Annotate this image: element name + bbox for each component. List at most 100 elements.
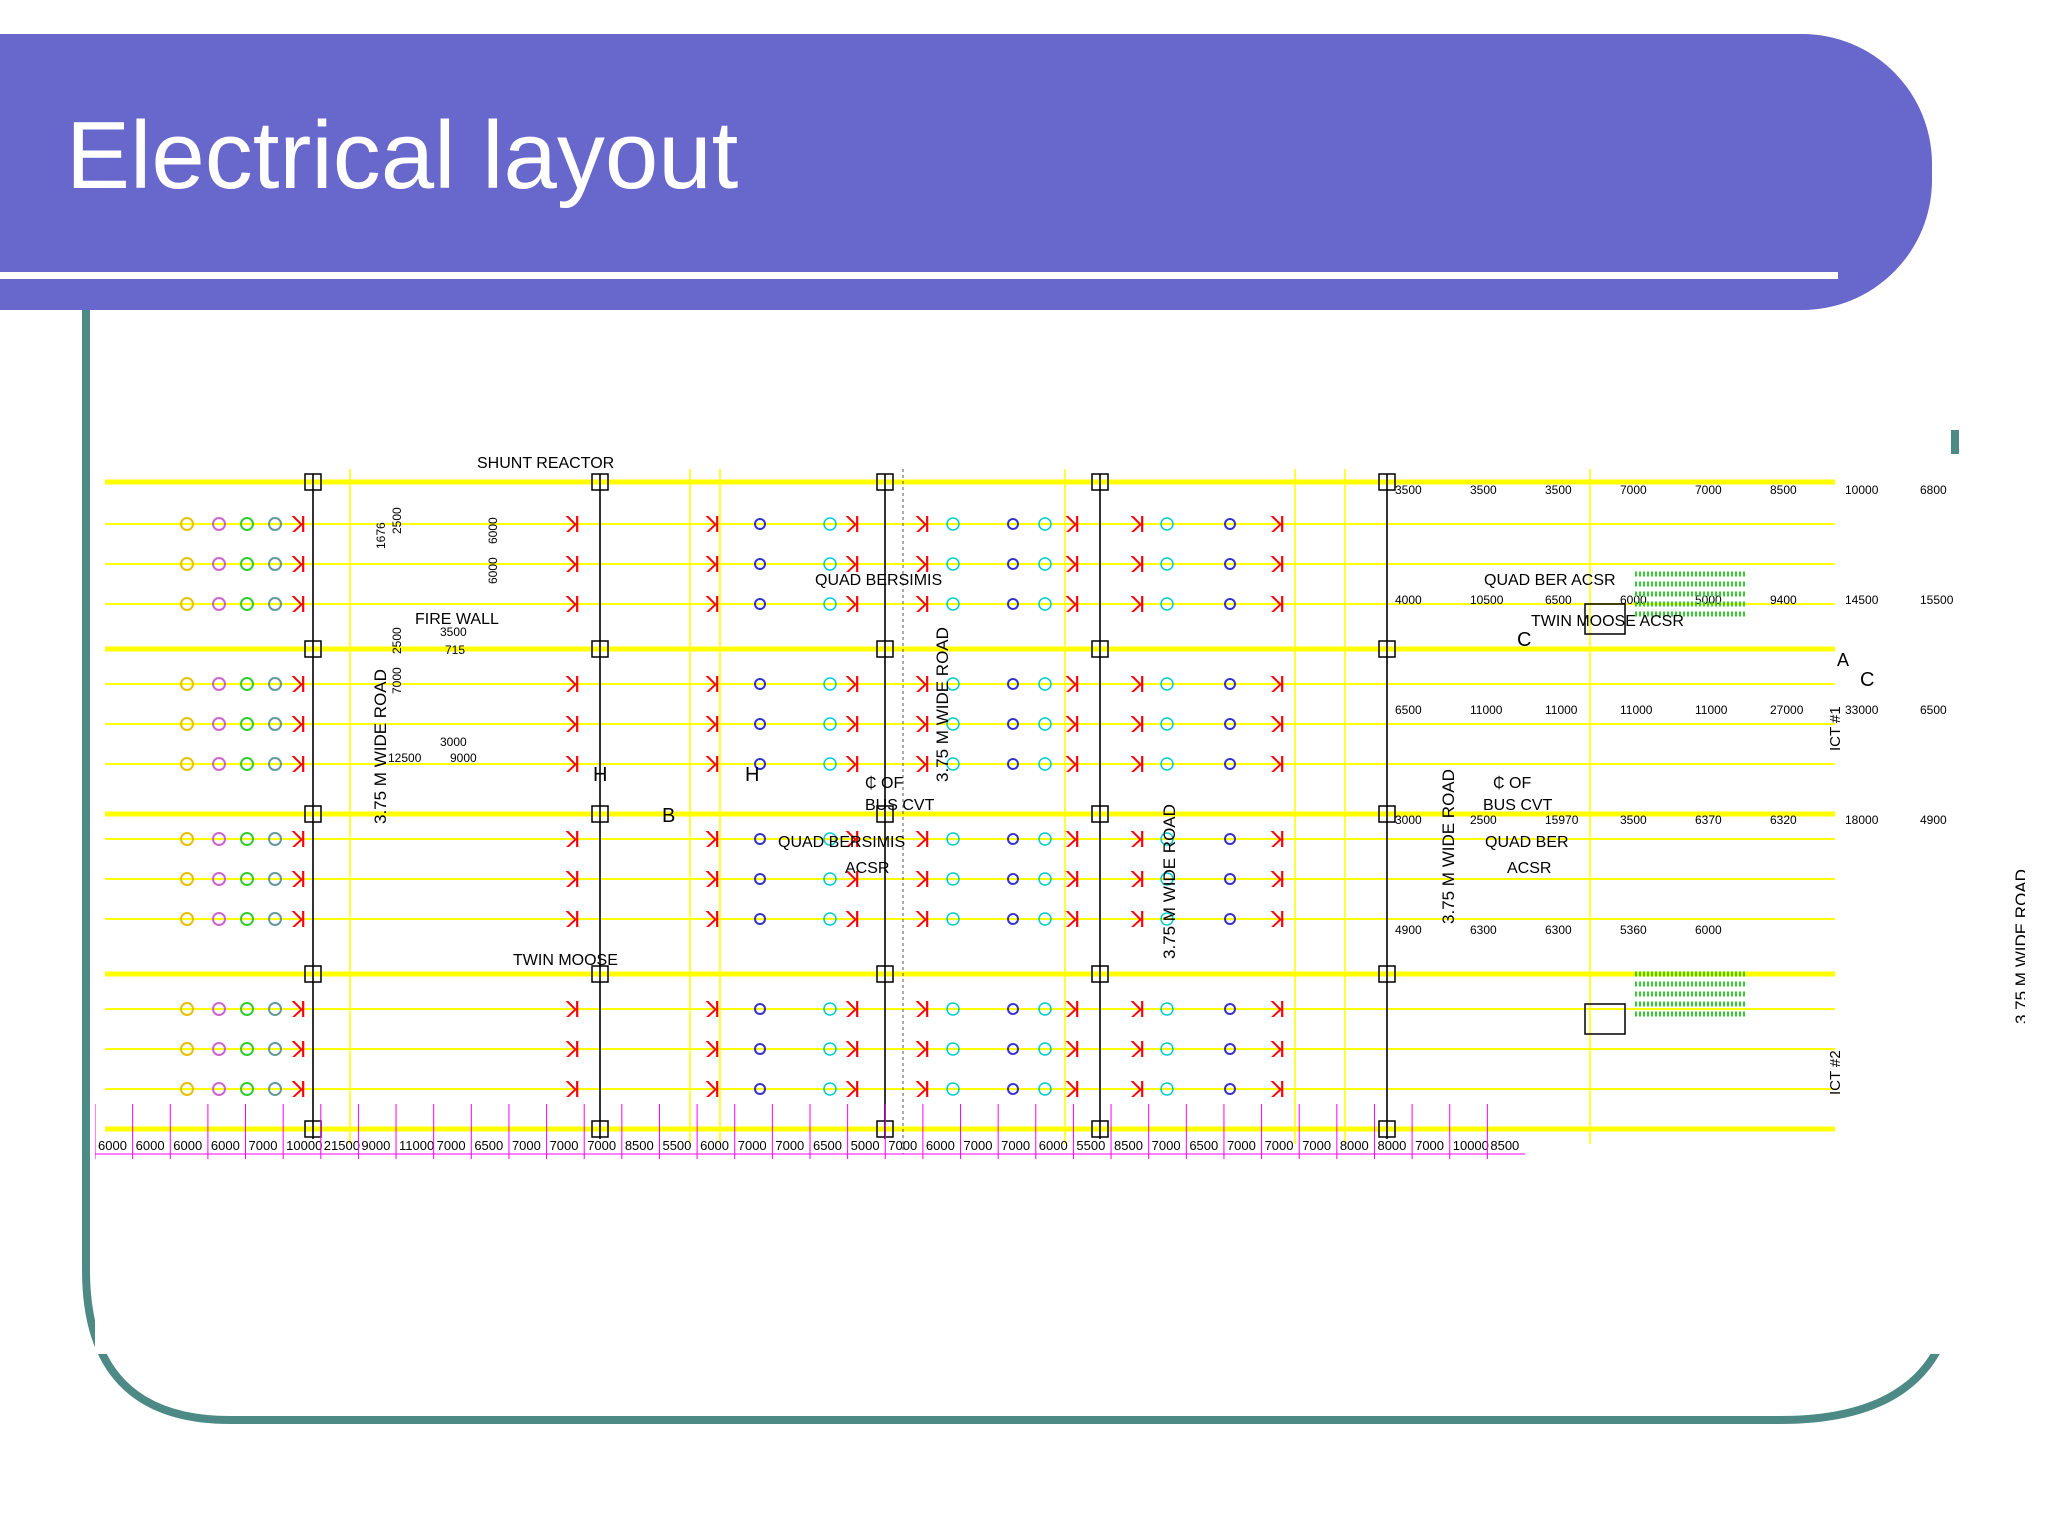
misc-dimension-label: 27000 — [1770, 703, 1804, 717]
isolator-symbol: ꓘ — [565, 908, 580, 933]
isolator-symbol: ꓘ — [705, 1038, 720, 1063]
isolator-symbol: ꓘ — [291, 713, 306, 738]
label-fire-wall: FIRE WALL — [415, 611, 499, 628]
isolator-symbol: ꓘ — [705, 593, 720, 618]
isolator-symbol: ꓘ — [1065, 908, 1080, 933]
dimension-label: 9000 — [361, 1138, 390, 1153]
isolator-symbol: ꓘ — [565, 673, 580, 698]
isolator-symbol: ꓘ — [915, 673, 930, 698]
isolator-symbol: ꓘ — [705, 553, 720, 578]
dimension-label: 8500 — [625, 1138, 654, 1153]
isolator-symbol: ꓘ — [705, 868, 720, 893]
misc-dimension-label: 6500 — [1920, 703, 1947, 717]
isolator-symbol: ꓘ — [845, 753, 860, 778]
isolator-symbol: ꓘ — [915, 908, 930, 933]
dimension-label: 6000 — [700, 1138, 729, 1153]
misc-dimension-label: 6300 — [1470, 923, 1497, 937]
isolator-symbol: ꓘ — [845, 593, 860, 618]
section-marker-a: A — [1837, 650, 1849, 670]
isolator-symbol: ꓘ — [1130, 1038, 1145, 1063]
isolator-symbol: ꓘ — [1065, 828, 1080, 853]
isolator-symbol: ꓘ — [1130, 908, 1145, 933]
misc-dimension-label: 6320 — [1770, 813, 1797, 827]
misc-dimension-label: 3500 — [1395, 483, 1422, 497]
isolator-symbol: ꓘ — [565, 713, 580, 738]
misc-dimension-label: 7000 — [1620, 483, 1647, 497]
label-road-left: 3.75 M WIDE ROAD — [371, 669, 390, 824]
isolator-symbol: ꓘ — [845, 513, 860, 538]
dimension-label: 6000 — [1039, 1138, 1068, 1153]
isolator-symbol: ꓘ — [1065, 513, 1080, 538]
label-quad-ber-1: QUAD BER — [1485, 834, 1569, 851]
reactor-dimension-label: 715 — [445, 643, 465, 657]
misc-dimension-label: 11000 — [1470, 703, 1503, 717]
misc-dimension-label: 4000 — [1395, 593, 1422, 607]
misc-dimension-label: 3500 — [1470, 483, 1497, 497]
dimension-label: 5000 — [851, 1138, 880, 1153]
reactor-dimension-label: 9000 — [450, 751, 477, 765]
misc-dimension-label: 3500 — [1620, 813, 1647, 827]
isolator-symbol: ꓘ — [1065, 753, 1080, 778]
dimension-label: 7000 — [1415, 1138, 1444, 1153]
dimension-label: 10000 — [1453, 1138, 1489, 1153]
dimension-label: 6000 — [926, 1138, 955, 1153]
section-marker-h2: H — [745, 764, 759, 786]
misc-dimension-label: 10500 — [1470, 593, 1504, 607]
isolator-symbol: ꓘ — [291, 593, 306, 618]
isolator-symbol: ꓘ — [291, 1078, 306, 1103]
isolator-symbol: ꓘ — [1065, 593, 1080, 618]
isolator-symbol: ꓘ — [291, 868, 306, 893]
isolator-symbol: ꓘ — [845, 1078, 860, 1103]
transformer-area — [1584, 571, 1745, 1035]
isolator-symbol: ꓘ — [705, 998, 720, 1023]
isolator-symbol: ꓘ — [845, 998, 860, 1023]
isolator-symbol: ꓘ — [1130, 753, 1145, 778]
label-quad-bersimis: QUAD BERSIMIS — [815, 572, 942, 589]
label-quad-ber-2: ACSR — [1507, 860, 1551, 877]
isolator-symbol: ꓘ — [1270, 1038, 1285, 1063]
isolator-symbol: ꓘ — [915, 998, 930, 1023]
dimension-label: 7000 — [550, 1138, 579, 1153]
misc-dimension-label: 8500 — [1770, 483, 1797, 497]
label-quad-bersimis-acsr-1: QUAD BERSIMIS — [778, 834, 905, 851]
isolator-symbol: ꓘ — [565, 553, 580, 578]
isolator-symbol: ꓘ — [1065, 998, 1080, 1023]
dimension-label: 8500 — [1114, 1138, 1143, 1153]
isolator-symbol: ꓘ — [915, 828, 930, 853]
dimension-label: 7000 — [587, 1138, 616, 1153]
isolator-symbol: ꓘ — [1065, 673, 1080, 698]
dimension-label: 5500 — [1076, 1138, 1105, 1153]
misc-dimension-label: 15500 — [1920, 593, 1954, 607]
isolator-symbol: ꓘ — [1270, 713, 1285, 738]
label-twin-moose: TWIN MOOSE — [513, 952, 618, 969]
dimension-label: 7000 — [775, 1138, 804, 1153]
label-cl-bus-cvt-2b: BUS CVT — [1483, 797, 1553, 814]
dimension-label: 7000 — [964, 1138, 993, 1153]
misc-dimension-label: 6500 — [1545, 593, 1572, 607]
label-cl-bus-cvt-1b: BUS CVT — [865, 797, 935, 814]
isolator-symbol: ꓘ — [1270, 868, 1285, 893]
isolator-symbol: ꓘ — [1065, 868, 1080, 893]
isolator-symbol: ꓘ — [565, 828, 580, 853]
isolator-symbol: ꓘ — [1130, 513, 1145, 538]
isolator-symbol: ꓘ — [915, 868, 930, 893]
label-ict1: ICT #1 — [1827, 706, 1844, 751]
dimension-label: 6500 — [474, 1138, 503, 1153]
isolator-symbol: ꓘ — [1270, 513, 1285, 538]
isolator-symbol: ꓘ — [1270, 1078, 1285, 1103]
isolator-symbol: ꓘ — [1130, 868, 1145, 893]
equipment-symbols: ꓘ ꓘ ꓘ ꓘ ꓘ ꓘ ꓘ ꓘꓘ ꓘ ꓘ ꓘ ꓘ ꓘ ꓘ ꓘꓘ ꓘ ꓘ ꓘ ꓘ ꓘ ꓘ ꓘꓘ ꓘ ꓘ ꓘ ꓘ ꓘ ꓘ ꓘꓘ ꓘ ꓘ ꓘ ꓘ ꓘ ꓘ ꓘ… — [180, 513, 1285, 1103]
dimension-label: 6000 — [98, 1138, 127, 1153]
isolator-symbol: ꓘ — [291, 753, 306, 778]
isolator-symbol: ꓘ — [1130, 1078, 1145, 1103]
isolator-symbol: ꓘ — [1065, 713, 1080, 738]
dimension-label: 6000 — [211, 1138, 240, 1153]
isolator-symbol: ꓘ — [291, 553, 306, 578]
dimension-label: 7000 — [1302, 1138, 1331, 1153]
isolator-symbol: ꓘ — [1065, 1078, 1080, 1103]
reactor-dimension-label: 7000 — [390, 667, 404, 694]
misc-dimension-label: 11000 — [1695, 703, 1728, 717]
dimension-label: 8500 — [1490, 1138, 1519, 1153]
label-road-mid1: 3.75 M WIDE ROAD — [933, 627, 952, 782]
dimension-label: 6500 — [1189, 1138, 1218, 1153]
